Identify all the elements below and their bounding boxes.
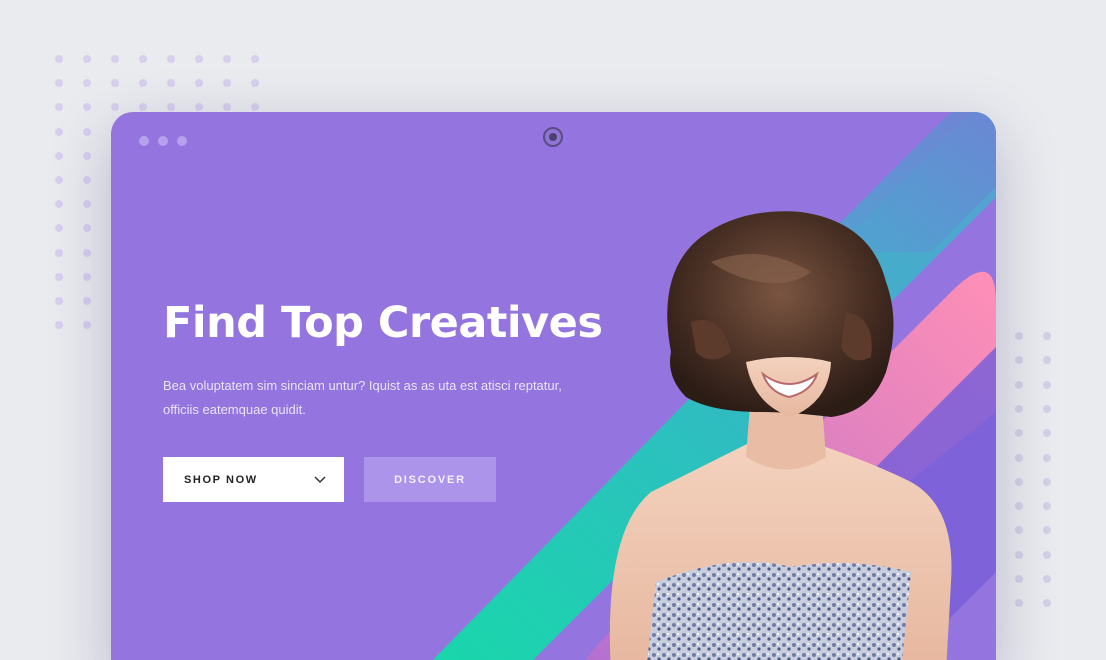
decorative-dot [139,55,147,63]
decorative-dot [1015,429,1023,438]
decorative-dot [83,127,91,136]
decorative-dot [1043,380,1051,389]
decorative-dot [1015,477,1023,486]
decorative-dot [195,55,203,63]
decorative-dot [83,79,91,88]
decorative-dot [1015,526,1023,535]
decorative-dot [55,321,63,330]
browser-window: Find Top Creatives Bea voluptatem sim si… [111,112,996,660]
decorative-dot [1015,380,1023,389]
decorative-dot [1043,453,1051,462]
decorative-dot [1015,502,1023,511]
decorative-dot [55,55,63,63]
decorative-dot [1043,502,1051,511]
decorative-dot [55,224,63,233]
decorative-dot [251,79,259,88]
decorative-dot [223,79,231,88]
decorative-dot [223,103,231,112]
decorative-dot [1015,599,1023,608]
decorative-dot [1043,429,1051,438]
decorative-dot [195,79,203,88]
decorative-dot [195,103,203,112]
decorative-dot [1015,550,1023,559]
decorative-dot [55,127,63,136]
decorative-dot [167,55,175,63]
decorative-dot [1043,550,1051,559]
decorative-dot [83,151,91,160]
decorative-dot [83,176,91,184]
decorative-dot [55,103,63,112]
decorative-dot [111,55,119,63]
decorative-dot [111,103,119,112]
decorative-dot [139,79,147,88]
decorative-dot [251,55,259,63]
decorative-dot [55,200,63,209]
decorative-dot [223,55,231,63]
decorative-dot [83,224,91,233]
decorative-dot [55,272,63,281]
decorative-dot [1043,599,1051,608]
decorative-dot [1015,575,1023,583]
decorative-dot [1015,332,1023,340]
decorative-dot [1043,404,1051,413]
decorative-dot [251,103,259,112]
decorative-dot [139,103,147,112]
decorative-dot [55,151,63,160]
decorative-dot [83,103,91,112]
decorative-dot [167,79,175,88]
decorative-dot [83,272,91,281]
decorative-dot [111,79,119,88]
decorative-dot [1015,453,1023,462]
decorative-dot [83,297,91,305]
decorative-dot [1043,332,1051,340]
hero-model-image [609,211,952,660]
decorative-dot [1043,526,1051,535]
decorative-dot [83,55,91,63]
decorative-dot [55,248,63,257]
decorative-dot [55,176,63,184]
decorative-dot [167,103,175,112]
decorative-dot [83,200,91,209]
decorative-dot [1015,404,1023,413]
decorative-dot [1015,356,1023,365]
decorative-dot [1043,477,1051,486]
decorative-dot [83,248,91,257]
decorative-dot [83,321,91,330]
decorative-dot [1043,575,1051,583]
decorative-dot [55,79,63,88]
decorative-dot [1043,356,1051,365]
decorative-dot [55,297,63,305]
